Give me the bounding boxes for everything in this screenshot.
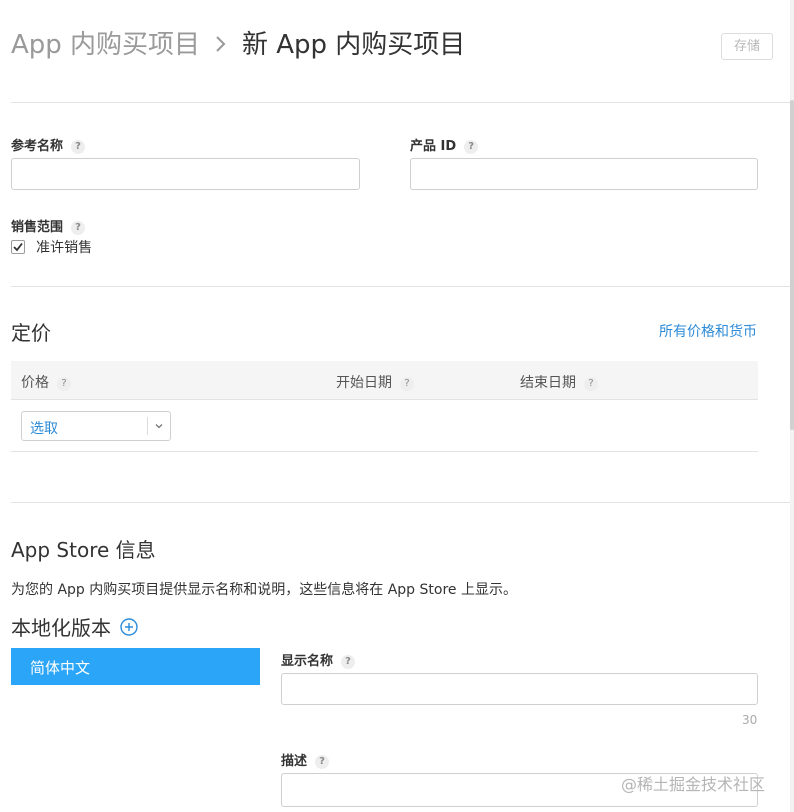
page-title: 新 App 内购买项目 [241, 30, 466, 60]
appstore-info-description: 为您的 App 内购买项目提供显示名称和说明，这些信息将在 App Store … [11, 582, 517, 598]
help-icon[interactable]: ? [400, 377, 414, 391]
checkmark-icon [13, 242, 23, 252]
save-button[interactable]: 存储 [721, 33, 773, 60]
checkbox[interactable] [11, 240, 25, 254]
help-icon[interactable]: ? [71, 221, 86, 235]
watermark: @稀土掘金技术社区 [621, 775, 766, 794]
help-icon[interactable]: ? [464, 140, 479, 154]
description-label: 描述? [281, 750, 330, 769]
reference-name-input[interactable] [11, 158, 360, 190]
column-header-price: 价格? [21, 372, 71, 392]
help-icon[interactable]: ? [71, 140, 86, 154]
divider [11, 451, 758, 452]
localization-item-label: 简体中文 [30, 659, 91, 677]
display-name-char-limit: 30 [742, 713, 758, 727]
pricing-table-header: 价格? 开始日期? 结束日期? [11, 361, 758, 400]
add-localization-icon[interactable] [120, 618, 138, 640]
help-icon[interactable]: ? [57, 377, 71, 391]
divider [11, 502, 790, 503]
product-id-label: 产品 ID? [410, 135, 479, 154]
column-header-start-date: 开始日期? [336, 372, 414, 392]
select-divider [147, 417, 148, 435]
divider [11, 102, 790, 103]
localization-item-selected[interactable]: 简体中文 [11, 648, 260, 685]
chevron-down-icon [155, 424, 163, 429]
appstore-info-title: App Store 信息 [11, 538, 156, 562]
divider [11, 286, 790, 287]
all-prices-link[interactable]: 所有价格和货币 [659, 321, 757, 341]
display-name-input[interactable] [281, 673, 758, 705]
help-icon[interactable]: ? [584, 377, 598, 391]
availability-checkbox-label: 准许销售 [36, 240, 93, 256]
availability-label: 销售范围? [11, 216, 86, 235]
availability-checkbox-row[interactable]: 准许销售 [11, 237, 92, 257]
display-name-label: 显示名称? [281, 650, 356, 669]
pricing-title: 定价 [11, 321, 51, 345]
help-icon[interactable]: ? [315, 755, 330, 769]
column-header-end-date: 结束日期? [520, 372, 598, 392]
product-id-input[interactable] [410, 158, 758, 190]
price-select[interactable]: 选取 [21, 411, 171, 441]
localization-header: 本地化版本 [11, 612, 138, 641]
localization-title: 本地化版本 [11, 616, 111, 640]
chevron-right-icon [214, 31, 236, 59]
scrollbar-thumb[interactable] [790, 100, 794, 430]
reference-name-label: 参考名称? [11, 135, 86, 154]
help-icon[interactable]: ? [341, 655, 356, 669]
price-select-value: 选取 [30, 421, 58, 437]
breadcrumb: App 内购买项目 新 App 内购买项目 [11, 24, 465, 61]
breadcrumb-parent[interactable]: App 内购买项目 [11, 30, 200, 60]
